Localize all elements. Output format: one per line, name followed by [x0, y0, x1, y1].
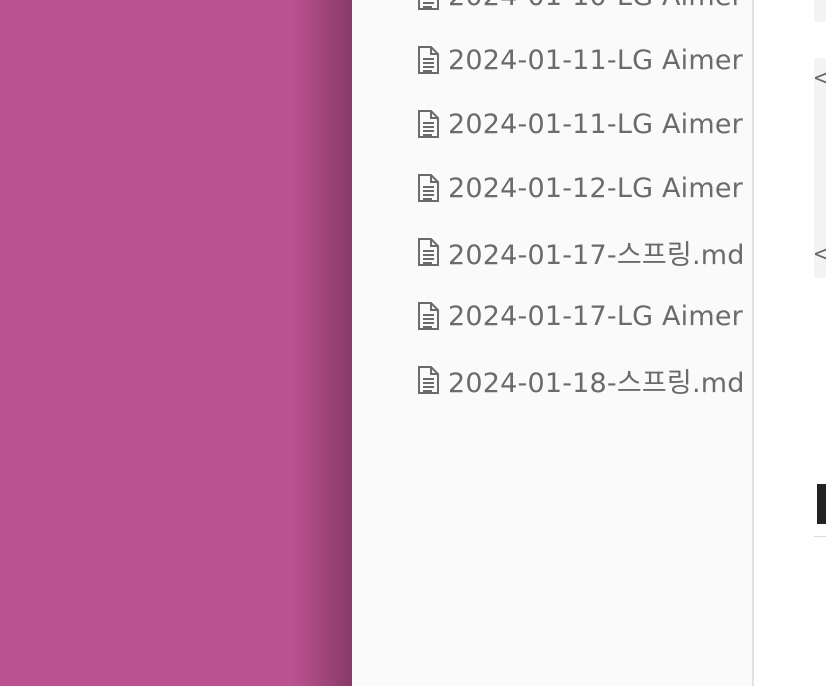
window-shadow	[292, 0, 352, 686]
code-text: <	[814, 242, 826, 267]
file-name: 2024-01-18-스프링.md	[448, 367, 745, 399]
file-name: 2024-01-10-LG Aimer M	[448, 0, 752, 12]
file-text-icon	[416, 366, 440, 394]
file-name: 2024-01-12-LG Aimer M	[448, 172, 752, 204]
file-text-icon	[416, 0, 440, 10]
file-name: 2024-01-11-LG Aimer M	[448, 108, 752, 140]
file-list-item[interactable]: 2024-01-10-LG Aimer M	[352, 0, 752, 28]
file-text-icon	[416, 46, 440, 74]
file-list-item[interactable]: 2024-01-17-스프링.md	[352, 220, 752, 284]
file-list-item[interactable]: 2024-01-17-LG Aimer M	[352, 284, 752, 348]
editor-pane[interactable]: < <	[754, 0, 826, 686]
file-name: 2024-01-17-LG Aimer M	[448, 300, 752, 332]
file-name: 2024-01-17-스프링.md	[448, 239, 745, 271]
file-list-item[interactable]: 2024-01-11-LG Aimer M	[352, 28, 752, 92]
file-text-icon	[416, 302, 440, 330]
file-text-icon	[416, 238, 440, 266]
code-block	[814, 0, 826, 22]
file-list-item[interactable]: 2024-01-18-스프링.md	[352, 348, 752, 412]
code-text: <	[814, 66, 826, 91]
heading-divider	[814, 536, 826, 537]
heading-text	[817, 484, 826, 524]
file-list: 2024-01-10-LG Aimer M 2024-01-11-LG Aimer…	[352, 0, 752, 412]
file-text-icon	[416, 110, 440, 138]
file-list-item[interactable]: 2024-01-11-LG Aimer M	[352, 92, 752, 156]
file-list-item[interactable]: 2024-01-12-LG Aimer M	[352, 156, 752, 220]
file-name: 2024-01-11-LG Aimer M	[448, 44, 752, 76]
file-sidebar: 2024-01-10-LG Aimer M 2024-01-11-LG Aimer…	[352, 0, 752, 686]
file-text-icon	[416, 174, 440, 202]
